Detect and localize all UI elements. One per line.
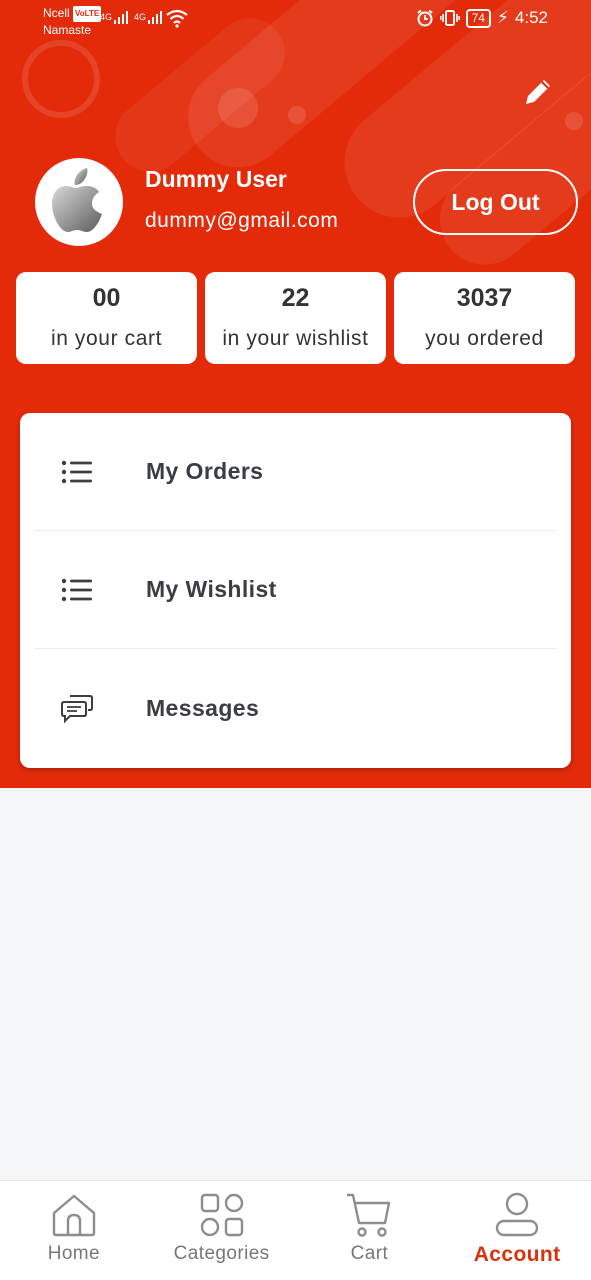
edit-profile-icon[interactable] (520, 74, 556, 110)
nav-cart[interactable]: Cart (296, 1181, 444, 1280)
stat-value: 22 (281, 284, 310, 312)
stat-label: in your cart (50, 327, 163, 350)
stat-wishlist[interactable]: 22 in your wishlist (205, 272, 386, 364)
categories-icon (200, 1193, 243, 1237)
volte-badge: VoLTE (73, 6, 102, 22)
wifi-icon (166, 9, 188, 28)
stats-row: 00 in your cart 22 in your wishlist 3037… (16, 272, 575, 364)
signal-1-type: 4G (100, 12, 113, 22)
signal-bars-icon (148, 10, 163, 24)
user-email: dummy@gmail.com (145, 209, 339, 232)
menu-item-messages[interactable]: Messages (34, 649, 557, 767)
menu-item-my-orders[interactable]: My Orders (34, 413, 557, 531)
home-icon (52, 1194, 96, 1237)
menu-label: My Wishlist (146, 576, 277, 602)
status-bar: Ncell VoLTE Namaste 4G 4G 74 ⚡ 4:52 (0, 0, 591, 44)
cart-icon (347, 1193, 391, 1237)
profile-header: Ncell VoLTE Namaste 4G 4G 74 ⚡ 4:52 Dumm… (0, 0, 591, 788)
nav-account[interactable]: Account (443, 1181, 591, 1280)
battery-icon: 74 (465, 8, 491, 28)
signal-1: 4G (100, 10, 129, 24)
decor-ring (22, 40, 100, 118)
stat-cart[interactable]: 00 in your cart (16, 272, 197, 364)
stat-value: 00 (92, 284, 121, 312)
vibrate-icon (439, 10, 460, 26)
charging-icon: ⚡ (496, 8, 509, 27)
user-name: Dummy User (145, 166, 287, 192)
decor-dot (218, 88, 258, 128)
bottom-nav: Home Categories Cart Account (0, 1180, 591, 1280)
decor-dot (288, 106, 306, 124)
nav-label: Categories (173, 1243, 270, 1264)
alarm-icon (416, 9, 433, 27)
avatar[interactable] (35, 158, 123, 246)
nav-label: Cart (350, 1243, 389, 1264)
signal-bars-icon (114, 10, 129, 24)
decor-dot (565, 112, 583, 130)
menu-item-my-wishlist[interactable]: My Wishlist (34, 531, 557, 649)
network-name: Namaste (43, 23, 92, 37)
account-icon (495, 1192, 539, 1237)
clock: 4:52 (514, 8, 548, 27)
nav-categories[interactable]: Categories (148, 1181, 296, 1280)
menu-label: Messages (146, 694, 260, 721)
stat-label: in your wishlist (222, 327, 369, 350)
list-icon (56, 573, 98, 607)
stat-value: 3037 (456, 284, 513, 312)
nav-label: Account (473, 1243, 561, 1266)
signal-2-type: 4G (134, 12, 147, 22)
logout-button[interactable]: Log Out (413, 169, 578, 235)
nav-label: Home (47, 1243, 101, 1264)
chat-icon (56, 691, 98, 725)
status-right: 74 ⚡ 4:52 (416, 8, 548, 28)
menu-label: My Orders (146, 458, 264, 484)
carrier-info: Ncell VoLTE Namaste (43, 5, 102, 38)
signal-2: 4G (134, 10, 163, 24)
account-menu: My Orders My Wishlist Messages (20, 413, 571, 768)
stat-orders[interactable]: 3037 you ordered (394, 272, 575, 364)
apple-logo-icon (52, 168, 102, 232)
carrier-name: Ncell (43, 6, 70, 20)
nav-home[interactable]: Home (0, 1181, 148, 1280)
list-icon (56, 455, 98, 489)
stat-label: you ordered (425, 327, 544, 350)
